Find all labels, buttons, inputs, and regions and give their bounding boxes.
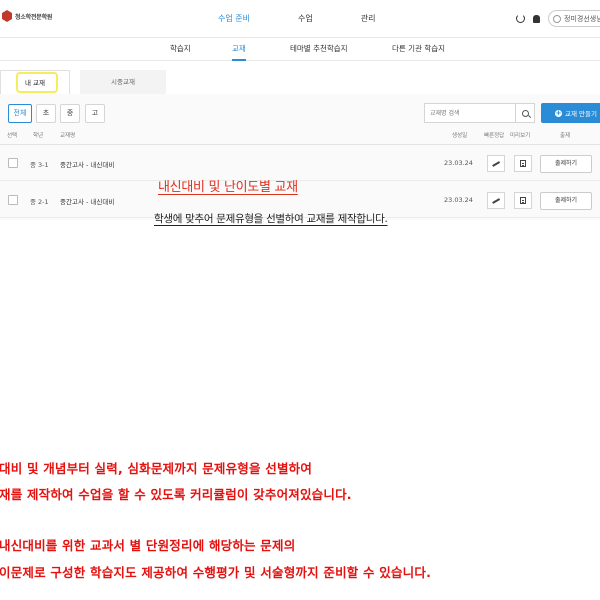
th-name: 교재명 (60, 133, 76, 139)
sub-nav: 학습지 교재 테마별 추천학습지 다른 기관 학습지 (0, 38, 600, 61)
subnav-worksheet[interactable]: 학습지 (170, 38, 191, 61)
make-textbook-button[interactable]: + 교재 만들기 (541, 103, 600, 123)
nav-lesson[interactable]: 수업 (298, 0, 313, 38)
tab-my-textbook[interactable]: 내 교재 (0, 70, 70, 94)
bell-icon[interactable] (533, 14, 540, 23)
row-date: 23.03.24 (444, 159, 473, 167)
description-line: 이문제로 구성한 학습지도 제공하여 수행평가 및 서술형까지 준비할 수 있습… (0, 565, 432, 580)
row-name[interactable]: 중간고사 - 내신대비 (60, 196, 114, 206)
preview-button[interactable] (514, 192, 532, 209)
logo-icon (2, 10, 12, 22)
main-nav: 수업 준비 수업 관리 (218, 0, 423, 38)
avatar-icon (553, 14, 561, 23)
description-line: 대비 및 개념부터 실력, 심화문제까지 문제유형을 선별하여 (0, 461, 313, 476)
subnav-other-institution[interactable]: 다른 기관 학습지 (392, 38, 445, 61)
row-date: 23.03.24 (444, 196, 473, 204)
filter-middle[interactable]: 중 (60, 104, 80, 123)
th-preview: 미리보기 (510, 133, 531, 139)
nav-manage[interactable]: 관리 (361, 0, 376, 38)
issue-button[interactable]: 출제하기 (540, 155, 592, 173)
user-menu[interactable]: 정미경선생님 (548, 10, 600, 27)
description-line: 재를 제작하여 수업을 할 수 있도록 커리큘럼이 갖추어져있습니다. (0, 487, 352, 502)
description-line: 내신대비를 위한 교과서 별 단원정리에 해당하는 문제의 (0, 538, 296, 553)
quick-answer-button[interactable] (487, 155, 505, 172)
th-issue: 출제 (560, 133, 571, 139)
search-input[interactable] (424, 103, 516, 123)
preview-button[interactable] (514, 155, 532, 172)
table-row: 중 3-1 중간고사 - 내신대비 23.03.24 출제하기 (0, 145, 600, 181)
row-checkbox[interactable] (8, 195, 18, 205)
quick-answer-button[interactable] (487, 192, 505, 209)
th-select: 선택 (7, 133, 18, 139)
th-quick-answer: 빠른정답 (484, 133, 505, 139)
th-created: 생성일 (452, 133, 468, 139)
filter-elementary[interactable]: 초 (36, 104, 56, 123)
promo-title: 내신대비 및 난이도별 교재 (158, 180, 298, 195)
subnav-theme-worksheet[interactable]: 테마별 추천학습지 (290, 38, 348, 61)
pen-icon (492, 197, 500, 204)
row-grade: 중 3-1 (30, 161, 49, 169)
top-header: 청소학전문학원 수업 준비 수업 관리 정미경선생님 (0, 0, 600, 38)
row-name[interactable]: 중간고사 - 내신대비 (60, 159, 114, 169)
subnav-textbook[interactable]: 교재 (232, 38, 246, 61)
plus-icon: + (555, 108, 562, 117)
issue-button[interactable]: 출제하기 (540, 192, 592, 210)
pen-icon (492, 160, 500, 167)
search-icon (521, 109, 529, 117)
logo-text: 청소학전문학원 (15, 13, 53, 21)
nav-lesson-prep[interactable]: 수업 준비 (218, 0, 250, 38)
filter-all[interactable]: 전체 (8, 104, 32, 123)
make-textbook-label: 교재 만들기 (565, 110, 597, 118)
promo-subtitle: 학생에 맞추어 문제유형을 선별하여 교재를 제작합니다. (154, 213, 388, 225)
logo[interactable]: 청소학전문학원 (2, 10, 52, 22)
document-icon (520, 160, 526, 167)
th-grade: 학년 (33, 133, 44, 139)
refresh-icon[interactable] (516, 14, 525, 23)
row-grade: 중 2-1 (30, 198, 49, 206)
filter-high[interactable]: 고 (85, 104, 105, 123)
search-button[interactable] (515, 103, 535, 123)
user-name: 정미경선생님 (564, 14, 600, 23)
row-checkbox[interactable] (8, 158, 18, 168)
document-icon (520, 197, 526, 204)
header-actions: 정미경선생님 (516, 10, 600, 27)
tab-market-textbook[interactable]: 시중교재 (80, 70, 166, 94)
